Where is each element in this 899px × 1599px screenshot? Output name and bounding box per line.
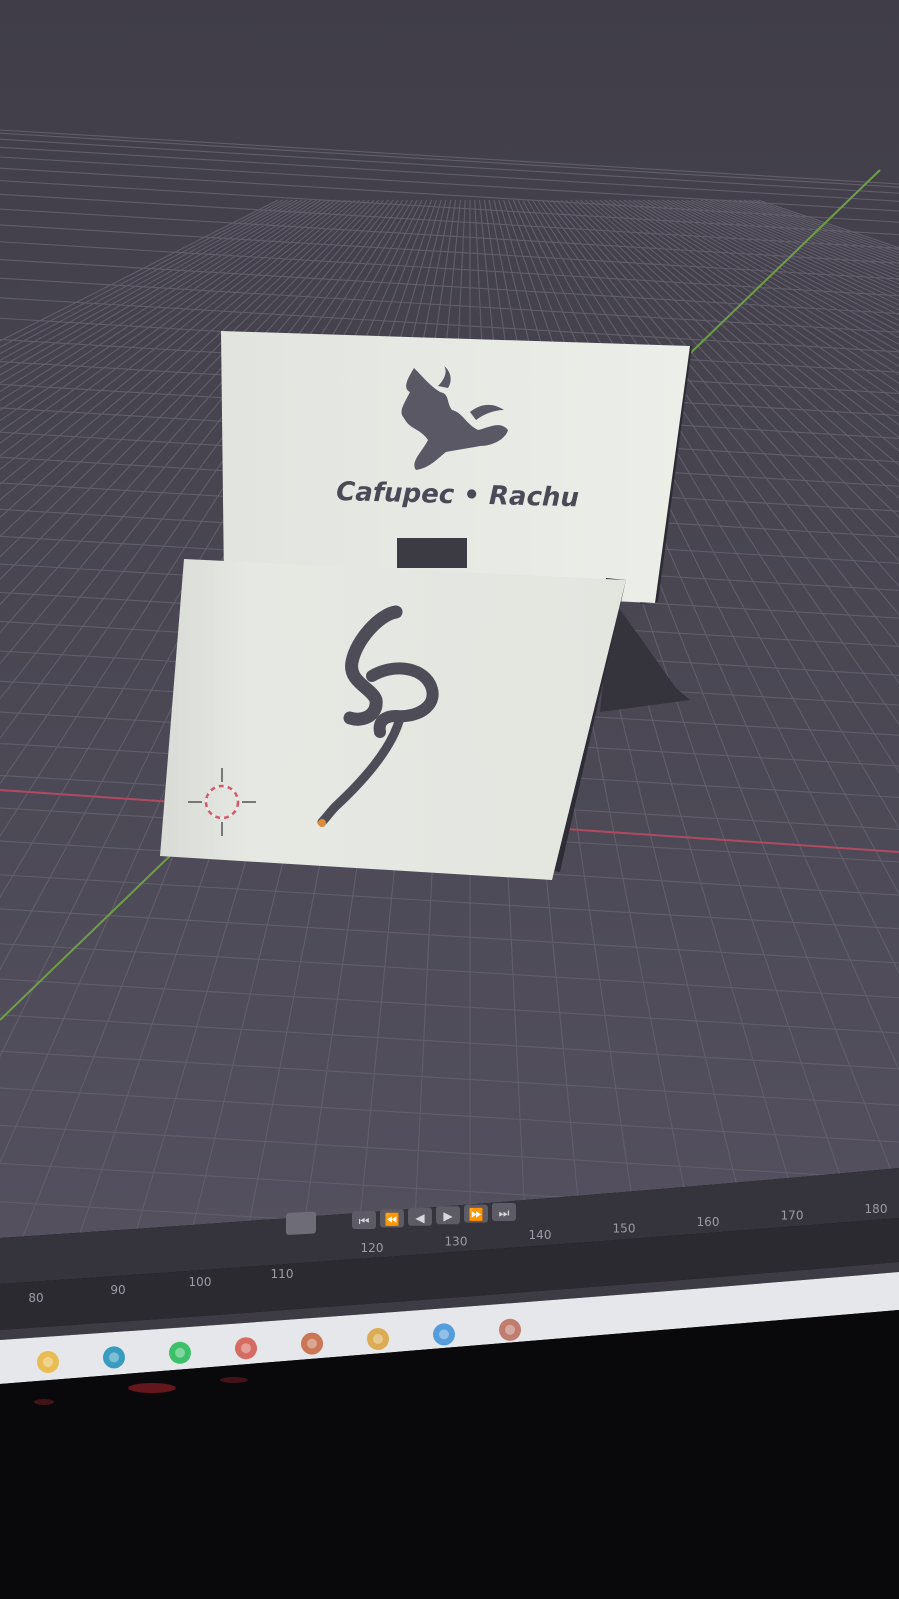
back-sign-slot [397,538,467,568]
edge-icon[interactable] [103,1346,125,1369]
svg-text:⏭: ⏭ [499,1206,510,1220]
svg-text:◀: ◀ [415,1211,425,1225]
jump-to-start-icon[interactable]: ⏮ [352,1211,376,1229]
app-icon[interactable] [301,1332,323,1355]
keyframe-button[interactable] [286,1211,316,1235]
3d-viewport[interactable]: Cafupec • Rachu ⏮ ⏪ ◀ ▶ ⏩ ⏭ 120 130 140 150 160 17… [0,0,899,1599]
back-sign-text: Cafupec • Rachu [336,477,580,513]
origin-point [318,819,326,827]
jump-to-end-icon[interactable]: ⏭ [492,1203,516,1221]
timeline-frame-label: 160 [697,1215,720,1229]
svg-text:▶: ▶ [443,1209,453,1223]
timeline-frame-label: 170 [781,1209,804,1223]
bezel-led-reflection [34,1399,54,1405]
next-keyframe-icon[interactable]: ⏩ [464,1204,488,1223]
chrome-icon[interactable] [367,1328,389,1350]
timeline-frame-label: 180 [865,1202,888,1216]
timeline-frame-label: 140 [529,1228,552,1242]
chrome-icon[interactable] [235,1337,257,1360]
timeline-frame-label: 100 [189,1275,212,1289]
front-sign[interactable] [160,559,626,880]
app-icon[interactable] [499,1318,521,1341]
timeline-frame-label: 90 [110,1283,125,1297]
visual-studio-icon[interactable] [433,1323,455,1346]
spotify-icon[interactable] [169,1341,191,1364]
bezel-led-reflection [128,1383,176,1393]
timeline-frame-label: 120 [361,1241,384,1255]
timeline-frame-label: 110 [271,1267,294,1281]
previous-keyframe-icon[interactable]: ⏪ [380,1209,404,1228]
svg-text:⏩: ⏩ [469,1208,484,1222]
svg-text:⏮: ⏮ [359,1214,370,1228]
timeline-frame-label: 80 [28,1291,43,1305]
timeline-frame-label: 130 [445,1235,468,1249]
svg-text:⏪: ⏪ [385,1212,400,1226]
file-explorer-icon[interactable] [37,1351,59,1373]
play-icon[interactable]: ▶ [436,1206,460,1225]
timeline-frame-label: 150 [613,1222,636,1236]
play-reverse-icon[interactable]: ◀ [408,1207,432,1226]
bezel-led-reflection [220,1377,248,1383]
